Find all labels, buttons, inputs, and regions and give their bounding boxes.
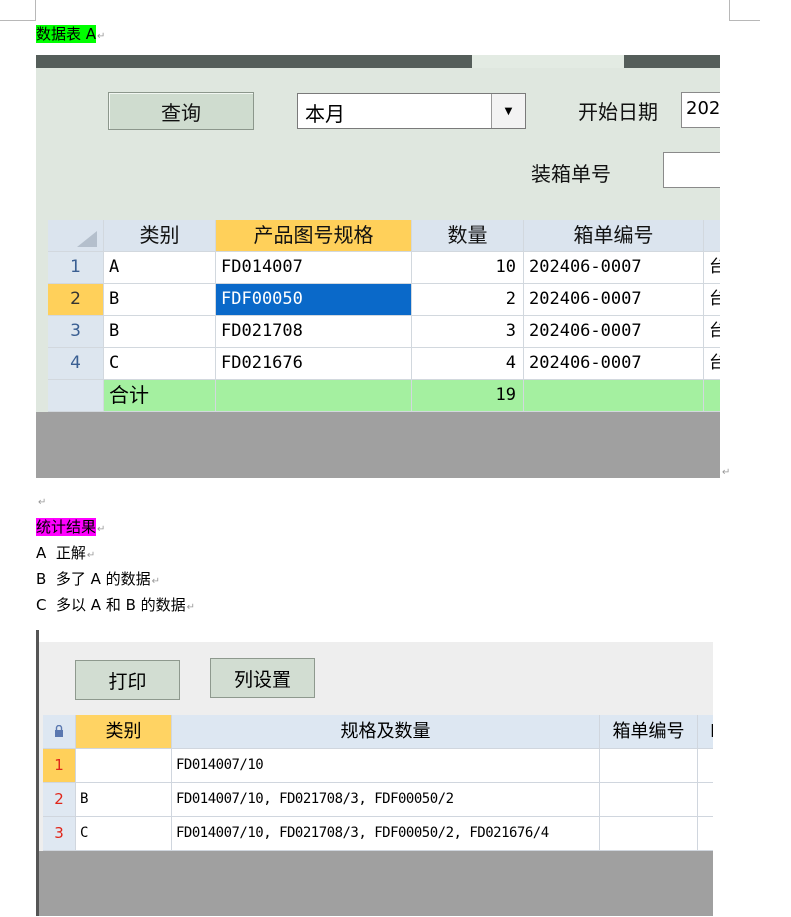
table-cell-extra[interactable]: 台 — [704, 252, 720, 284]
table-cell-extra[interactable]: 台 — [704, 348, 720, 380]
heading-stats: 统计结果↵ — [36, 518, 106, 536]
table-cell-category-selected[interactable]: A — [76, 749, 172, 783]
result-key: C — [36, 596, 47, 614]
column-header-box-no[interactable]: 箱单编号 — [600, 715, 698, 749]
row-header-selected[interactable]: 1 — [43, 749, 76, 783]
column-header-extra[interactable] — [704, 220, 720, 252]
column-settings-label: 列设置 — [233, 668, 291, 691]
column-header-box-no[interactable]: 箱单编号 — [524, 220, 704, 252]
row-header[interactable]: 4 — [48, 348, 104, 380]
table-cell-spec[interactable]: FD014007 — [216, 252, 412, 284]
table-cell-box-no[interactable]: 202406-0007 — [524, 284, 704, 316]
table-cell-extra[interactable] — [698, 749, 713, 783]
page-corner-mark-left — [0, 0, 36, 21]
row-header[interactable]: 2 — [43, 783, 76, 817]
row-header-selected[interactable]: 2 — [48, 284, 104, 316]
table-empty-area — [39, 851, 713, 916]
start-date-field[interactable]: 202 — [681, 92, 720, 128]
print-button[interactable]: 打印 — [75, 660, 180, 700]
table-cell-box-no[interactable]: 202406-0007 — [524, 316, 704, 348]
period-select[interactable]: 本月 ▼ — [297, 93, 526, 129]
table-cell-category[interactable]: B — [104, 316, 216, 348]
result-text: 多了 A 的数据 — [55, 570, 151, 588]
result-text: 多以 A 和 B 的数据 — [56, 596, 186, 614]
table-cell-spec[interactable]: FD021676 — [216, 348, 412, 380]
result-line-a: A 正解↵ — [36, 544, 96, 562]
heading-stats-text: 统计结果 — [36, 518, 97, 536]
table-cell-box-no[interactable] — [600, 783, 698, 817]
table-cell-category[interactable]: C — [104, 348, 216, 380]
table-cell-qty[interactable]: 2 — [412, 284, 524, 316]
query-button[interactable]: 查询 — [108, 92, 254, 130]
heading-a-text: 数据表 A — [36, 25, 97, 43]
page-corner-mark-right — [729, 0, 760, 21]
table-cell-category[interactable]: C — [76, 817, 172, 851]
table-cell-extra[interactable] — [698, 783, 713, 817]
lock-column-corner[interactable] — [43, 715, 76, 749]
print-button-label: 打印 — [108, 670, 147, 693]
row-header[interactable]: 1 — [48, 252, 104, 284]
column-header-spec[interactable]: 产品图号规格 — [216, 220, 412, 252]
table-cell-spec-qty[interactable]: FD014007/10, FD021708/3, FDF00050/2 — [172, 783, 600, 817]
table-cell-category[interactable]: B — [104, 284, 216, 316]
column-header-category[interactable]: 类别 — [76, 715, 172, 749]
row-header[interactable]: 3 — [48, 316, 104, 348]
total-cell-extra — [704, 380, 720, 412]
column-header-spec-qty[interactable]: 规格及数量 — [172, 715, 600, 749]
table-cell-category[interactable]: B — [76, 783, 172, 817]
tab-active[interactable] — [472, 55, 624, 68]
screenshot-report-window: 打印 列设置 类别 规格及数量 箱单编号 I 1 A FD014007/10 2… — [36, 630, 713, 916]
select-all-corner[interactable] — [48, 220, 104, 252]
table-cell-spec-qty[interactable]: FD014007/10, FD021708/3, FDF00050/2, FD0… — [172, 817, 600, 851]
table-cell-box-no[interactable] — [600, 817, 698, 851]
column-header-category[interactable]: 类别 — [104, 220, 216, 252]
table-cell-qty[interactable]: 3 — [412, 316, 524, 348]
corner-triangle-icon — [77, 231, 97, 247]
paragraph-mark: ↵ — [722, 467, 731, 478]
window-top-strip — [36, 630, 713, 642]
box-no-label: 装箱单号 — [531, 162, 611, 186]
row-header-total[interactable] — [48, 380, 104, 412]
paragraph-mark: ↵ — [38, 497, 47, 508]
screenshot-query-window: 查询 本月 ▼ 开始日期 202 装箱单号 类别 产品图号规格 数量 箱单编号 … — [36, 55, 720, 478]
table-cell-extra[interactable] — [698, 817, 713, 851]
total-qty: 19 — [412, 380, 524, 412]
table-cell-spec-selected[interactable]: FDF00050 — [216, 284, 412, 316]
table-cell-extra[interactable]: 台 — [704, 316, 720, 348]
chevron-down-icon[interactable]: ▼ — [491, 94, 525, 128]
column-header-extra[interactable]: I — [698, 715, 713, 749]
table-cell-box-no[interactable]: 202406-0007 — [524, 252, 704, 284]
lock-icon — [55, 725, 63, 737]
total-cell-box-no — [524, 380, 704, 412]
period-select-value: 本月 — [305, 102, 345, 126]
start-date-value: 202 — [686, 98, 720, 119]
box-no-field[interactable] — [663, 152, 720, 188]
result-text: 正解 — [55, 544, 86, 562]
table-cell-qty[interactable]: 10 — [412, 252, 524, 284]
column-settings-button[interactable]: 列设置 — [210, 658, 315, 698]
row-header[interactable]: 3 — [43, 817, 76, 851]
column-header-qty[interactable]: 数量 — [412, 220, 524, 252]
result-key: A — [36, 544, 47, 562]
table-cell-extra[interactable]: 台 — [704, 284, 720, 316]
start-date-label: 开始日期 — [578, 100, 658, 124]
table-cell-box-no[interactable] — [600, 749, 698, 783]
table-cell-spec-qty[interactable]: FD014007/10 — [172, 749, 600, 783]
table-cell-box-no[interactable]: 202406-0007 — [524, 348, 704, 380]
table-cell-category[interactable]: A — [104, 252, 216, 284]
heading-data-table-a: 数据表 A↵ — [36, 25, 106, 43]
table-cell-qty[interactable]: 4 — [412, 348, 524, 380]
total-label: 合计 — [104, 380, 216, 412]
query-button-label: 查询 — [161, 100, 201, 125]
result-key: B — [36, 570, 47, 588]
total-cell-spec — [216, 380, 412, 412]
table-empty-area — [36, 412, 720, 478]
table-cell-spec[interactable]: FD021708 — [216, 316, 412, 348]
result-line-b: B 多了 A 的数据↵ — [36, 570, 161, 588]
result-line-c: C 多以 A 和 B 的数据↵ — [36, 596, 196, 614]
